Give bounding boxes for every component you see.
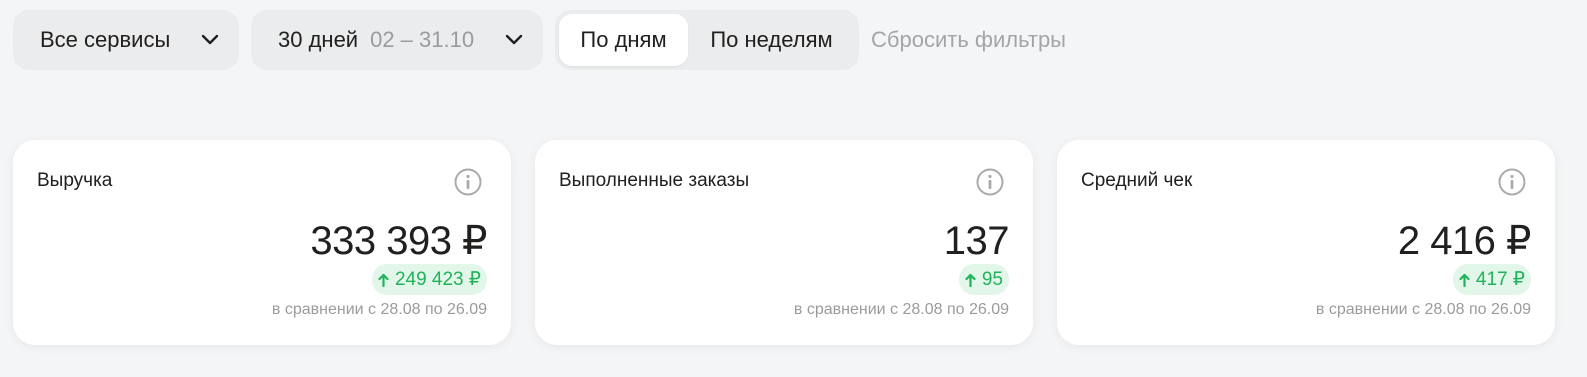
reset-filters-button[interactable]: Сбросить фильтры [871, 27, 1066, 53]
services-dropdown-label: Все сервисы [40, 27, 171, 52]
delta-value: 249 423 ₽ [394, 269, 481, 290]
compare-period: в сравнении с 28.08 по 26.09 [1315, 301, 1531, 318]
services-dropdown[interactable]: Все сервисы [13, 10, 239, 70]
card-title: Выручка [37, 170, 113, 191]
revenue-card: Выручка 333 393 ₽ 249 423 ₽ в сравнении … [13, 140, 511, 345]
card-title: Выполненные заказы [559, 170, 750, 191]
info-circle-icon[interactable] [975, 167, 1005, 197]
arrow-up-icon [378, 273, 389, 287]
info-circle-icon[interactable] [453, 167, 483, 197]
completed-orders-card: Выполненные заказы 137 95 в сравнении с … [535, 140, 1033, 345]
chevron-down-icon [201, 34, 219, 46]
compare-period: в сравнении с 28.08 по 26.09 [271, 301, 487, 318]
compare-period: в сравнении с 28.08 по 26.09 [793, 301, 1009, 318]
card-value: 2 416 ₽ [1397, 219, 1532, 263]
granularity-switch: По дням По неделям [555, 10, 859, 70]
chevron-down-icon [505, 34, 523, 46]
card-value: 137 [943, 219, 1010, 263]
arrow-up-icon [965, 273, 976, 287]
delta-badge: 417 ₽ [1452, 264, 1531, 295]
period-dropdown[interactable]: 30 дней 02 – 31.10 [251, 10, 543, 70]
card-value: 333 393 ₽ [310, 219, 487, 263]
average-check-card: Средний чек 2 416 ₽ 417 ₽ в сравнении с … [1057, 140, 1555, 345]
delta-badge: 249 423 ₽ [371, 264, 487, 295]
view-by-weeks-button[interactable]: По неделям [688, 14, 855, 66]
card-title: Средний чек [1081, 170, 1193, 191]
delta-badge: 95 [958, 264, 1009, 295]
view-by-days-button[interactable]: По дням [559, 14, 688, 66]
delta-value: 417 ₽ [1475, 269, 1525, 290]
arrow-up-icon [1459, 273, 1470, 287]
filter-bar: Все сервисы 30 дней 02 – 31.10 По дням П… [13, 10, 1066, 70]
period-range: 02 – 31.10 [370, 27, 475, 52]
info-circle-icon[interactable] [1497, 167, 1527, 197]
delta-value: 95 [981, 268, 1003, 290]
period-dropdown-label: 30 дней [278, 27, 359, 52]
